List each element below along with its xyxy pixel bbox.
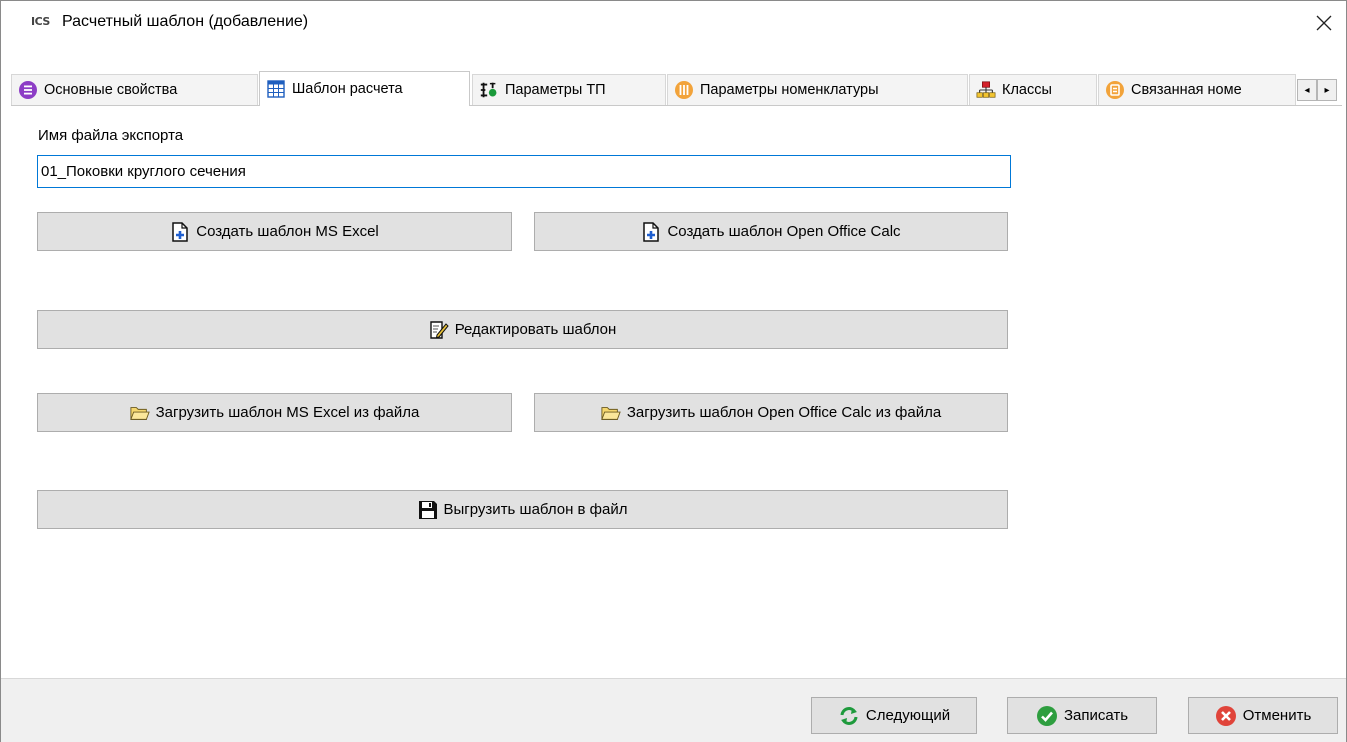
save-disk-icon bbox=[418, 500, 438, 520]
tab-nomenclature-params[interactable]: Параметры номенклатуры bbox=[667, 74, 968, 105]
close-button[interactable] bbox=[1302, 1, 1346, 45]
new-document-icon bbox=[641, 221, 661, 242]
button-label: Создать шаблон MS Excel bbox=[196, 223, 379, 240]
folder-open-icon bbox=[601, 403, 621, 423]
button-label: Выгрузить шаблон в файл bbox=[443, 501, 628, 518]
load-excel-button[interactable]: Загрузить шаблон MS Excel из файла bbox=[37, 393, 512, 432]
export-template-button[interactable]: Выгрузить шаблон в файл bbox=[37, 490, 1008, 529]
tab-label: Шаблон расчета bbox=[292, 81, 403, 97]
tab-calc-template[interactable]: Шаблон расчета bbox=[259, 71, 470, 106]
load-calc-button[interactable]: Загрузить шаблон Open Office Calc из фай… bbox=[534, 393, 1008, 432]
close-icon bbox=[1316, 15, 1332, 31]
app-logo: ICS bbox=[31, 15, 50, 28]
tab-scroll-buttons: ◂ ▸ bbox=[1297, 79, 1337, 101]
tab-label: Связанная номе bbox=[1131, 82, 1242, 98]
linked-nomenclature-icon bbox=[1105, 80, 1125, 100]
tabstrip-divider bbox=[11, 105, 1342, 106]
tab-classes[interactable]: Классы bbox=[969, 74, 1097, 105]
cancel-button[interactable]: Отменить bbox=[1188, 697, 1338, 734]
button-label: Редактировать шаблон bbox=[454, 321, 617, 338]
button-label: Записать bbox=[1063, 707, 1129, 724]
button-label: Создать шаблон Open Office Calc bbox=[667, 223, 901, 240]
list-circle-icon bbox=[18, 80, 38, 100]
new-document-icon bbox=[170, 221, 190, 242]
export-file-label: Имя файла экспорта bbox=[38, 127, 184, 144]
tab-linked-nomenclature[interactable]: Связанная номе bbox=[1098, 74, 1296, 105]
table-icon bbox=[266, 79, 286, 99]
tab-scroll-left-button[interactable]: ◂ bbox=[1297, 79, 1317, 101]
edit-document-icon bbox=[429, 320, 449, 340]
folder-open-icon bbox=[129, 403, 150, 423]
nomenclature-params-icon bbox=[674, 80, 694, 100]
process-params-icon bbox=[479, 80, 499, 100]
next-button[interactable]: Следующий bbox=[811, 697, 977, 734]
classes-hierarchy-icon bbox=[976, 80, 996, 100]
tab-process-params[interactable]: Параметры ТП bbox=[472, 74, 666, 105]
export-file-input[interactable] bbox=[37, 155, 1011, 188]
tab-label: Основные свойства bbox=[44, 82, 178, 98]
create-excel-button[interactable]: Создать шаблон MS Excel bbox=[37, 212, 512, 251]
tab-label: Параметры ТП bbox=[505, 82, 606, 98]
edit-template-button[interactable]: Редактировать шаблон bbox=[37, 310, 1008, 349]
button-label: Отменить bbox=[1242, 707, 1312, 724]
tab-label: Классы bbox=[1002, 82, 1052, 98]
button-label: Загрузить шаблон Open Office Calc из фай… bbox=[626, 404, 942, 421]
title-bar: ICS Расчетный шаблон (добавление) bbox=[1, 1, 1346, 45]
refresh-icon bbox=[838, 705, 860, 727]
button-label: Загрузить шаблон MS Excel из файла bbox=[155, 404, 420, 421]
window-title: Расчетный шаблон (добавление) bbox=[62, 13, 309, 30]
create-calc-button[interactable]: Создать шаблон Open Office Calc bbox=[534, 212, 1008, 251]
tab-main-properties[interactable]: Основные свойства bbox=[11, 74, 258, 105]
dialog-window: ICS Расчетный шаблон (добавление) Основн… bbox=[0, 0, 1347, 742]
cancel-circle-icon bbox=[1215, 705, 1237, 727]
button-label: Следующий bbox=[865, 707, 951, 724]
check-circle-icon bbox=[1036, 705, 1058, 727]
save-button[interactable]: Записать bbox=[1007, 697, 1157, 734]
tab-label: Параметры номенклатуры bbox=[700, 82, 879, 98]
tab-scroll-right-button[interactable]: ▸ bbox=[1317, 79, 1337, 101]
